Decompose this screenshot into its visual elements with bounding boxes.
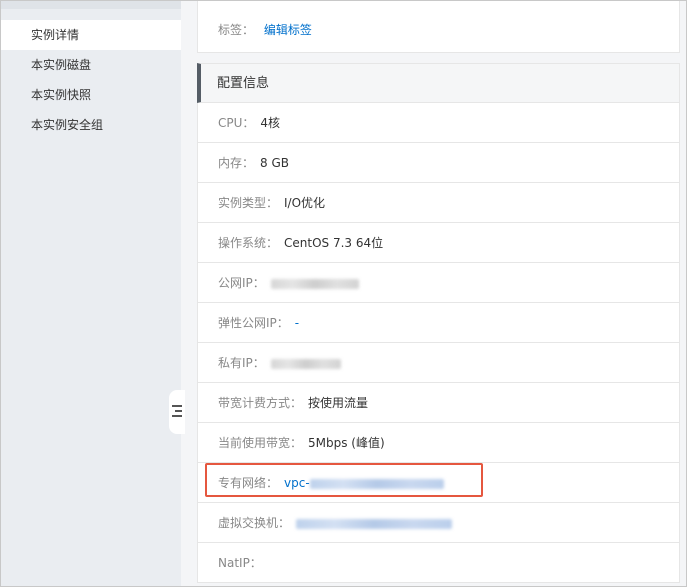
natip-label: NatIP： xyxy=(218,556,262,570)
billing-value: 按使用流量 xyxy=(308,396,369,410)
vswitch-label: 虚拟交换机： xyxy=(218,516,291,530)
billing-row: 带宽计费方式： 按使用流量 xyxy=(197,383,680,423)
public-ip-row: 公网IP： xyxy=(197,263,680,303)
tags-row: 标签： 编辑标签 xyxy=(218,22,312,38)
instance-type-value: I/O优化 xyxy=(284,196,326,210)
sidebar-item-instance-snapshots[interactable]: 本实例快照 xyxy=(1,80,181,110)
tags-panel: 标签： 编辑标签 xyxy=(197,1,680,53)
sidebar-item-instance-details[interactable]: 实例详情 xyxy=(1,20,181,50)
os-label: 操作系统： xyxy=(218,236,279,250)
vswitch-id-redacted[interactable] xyxy=(296,518,453,529)
public-ip-redacted xyxy=(270,278,359,289)
config-section-title: 配置信息 xyxy=(197,63,680,103)
os-value: CentOS 7.3 64位 xyxy=(284,236,384,250)
public-ip-label: 公网IP： xyxy=(218,276,265,290)
cpu-label: CPU： xyxy=(218,116,255,130)
sidebar-collapse-button[interactable] xyxy=(169,390,185,434)
bandwidth-label: 当前使用带宽： xyxy=(218,436,303,450)
sidebar: 实例详情 本实例磁盘 本实例快照 本实例安全组 xyxy=(1,1,181,586)
private-ip-redacted xyxy=(270,358,341,369)
sidebar-top-stub xyxy=(1,1,181,9)
vswitch-row: 虚拟交换机： xyxy=(197,503,680,543)
edit-tags-link[interactable]: 编辑标签 xyxy=(264,23,312,37)
sidebar-item-instance-security-groups[interactable]: 本实例安全组 xyxy=(1,110,181,140)
cpu-value: 4核 xyxy=(260,116,281,130)
tags-label: 标签： xyxy=(218,23,255,37)
instance-type-label: 实例类型： xyxy=(218,196,279,210)
collapse-menu-icon xyxy=(172,405,182,417)
instance-detail-page: 实例详情 本实例磁盘 本实例快照 本实例安全组 标签： 编辑标签 配置信息 CP… xyxy=(0,0,687,587)
eip-value[interactable]: - xyxy=(295,316,299,330)
private-ip-label: 私有IP： xyxy=(218,356,265,370)
sidebar-item-instance-disks[interactable]: 本实例磁盘 xyxy=(1,50,181,80)
eip-label: 弹性公网IP： xyxy=(218,316,289,330)
os-row: 操作系统： CentOS 7.3 64位 xyxy=(197,223,680,263)
bandwidth-value: 5Mbps (峰值) xyxy=(308,436,385,450)
eip-row: 弹性公网IP： - xyxy=(197,303,680,343)
billing-label: 带宽计费方式： xyxy=(218,396,303,410)
vpc-highlight-box xyxy=(205,463,483,497)
natip-row: NatIP： xyxy=(197,543,680,583)
bandwidth-row: 当前使用带宽： 5Mbps (峰值) xyxy=(197,423,680,463)
instance-type-row: 实例类型： I/O优化 xyxy=(197,183,680,223)
private-ip-row: 私有IP： xyxy=(197,343,680,383)
memory-row: 内存： 8 GB xyxy=(197,143,680,183)
memory-value: 8 GB xyxy=(260,156,289,170)
memory-label: 内存： xyxy=(218,156,255,170)
cpu-row: CPU： 4核 xyxy=(197,103,680,143)
